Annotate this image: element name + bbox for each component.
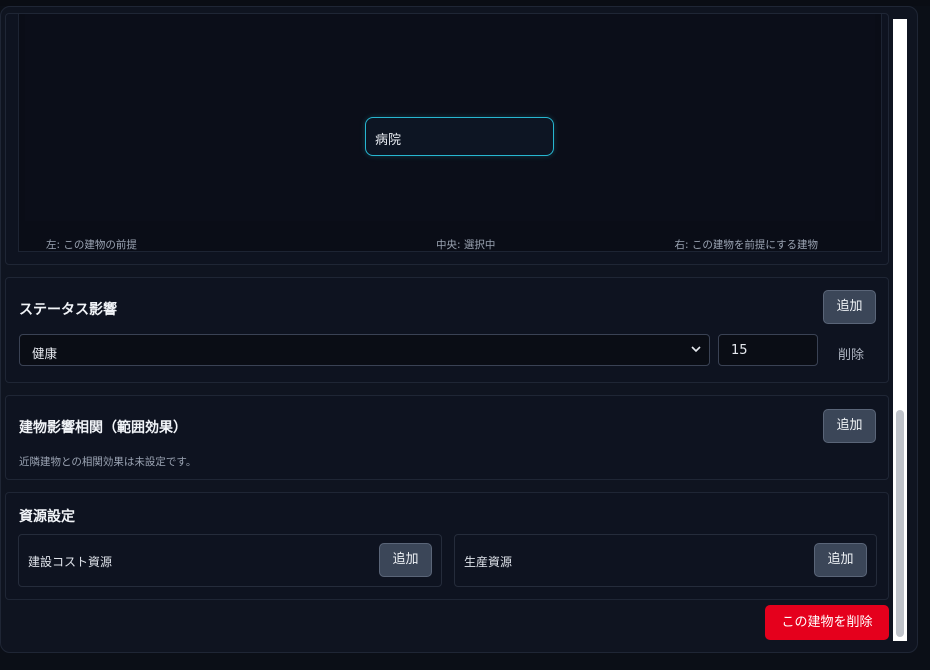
resource-settings-section: 資源設定 建設コスト資源 追加 生産資源 追加: [5, 492, 889, 600]
building-influence-section: 建物影響相関（範囲効果） 追加 近隣建物との相関効果は未設定です。: [5, 395, 889, 480]
legend-dependents: 右: この建物を前提にする建物: [674, 239, 818, 251]
building-editor-panel: 病院 左: この建物の前提 中央: 選択中 右: この建物を前提にする建物 ステ…: [0, 6, 918, 653]
legend-selected: 中央: 選択中: [436, 239, 496, 251]
dependency-graph-section: 病院 左: この建物の前提 中央: 選択中 右: この建物を前提にする建物: [5, 13, 889, 265]
add-influence-button[interactable]: 追加: [823, 409, 876, 443]
influence-empty-text: 近隣建物との相関効果は未設定です。: [19, 456, 197, 468]
building-influence-title: 建物影響相関（範囲効果）: [19, 420, 187, 436]
scrollbar-track[interactable]: [893, 19, 907, 641]
delete-status-effect-button[interactable]: 削除: [838, 344, 864, 363]
add-build-cost-resource-button[interactable]: 追加: [379, 543, 432, 577]
scrollbar-thumb[interactable]: [896, 410, 904, 637]
status-select-value: 健康: [32, 346, 58, 361]
production-resources-card: 生産資源 追加: [454, 534, 877, 587]
status-effects-section: ステータス影響 追加 健康 15 削除: [5, 277, 889, 383]
status-select[interactable]: 健康: [19, 334, 710, 366]
add-status-effect-button[interactable]: 追加: [823, 290, 876, 324]
chevron-down-icon: [691, 346, 701, 353]
legend-prerequisites: 左: この建物の前提: [46, 239, 137, 251]
build-cost-resources-card: 建設コスト資源 追加: [18, 534, 442, 587]
status-value-input[interactable]: 15: [718, 334, 818, 366]
add-production-resource-button[interactable]: 追加: [814, 543, 867, 577]
resource-settings-title: 資源設定: [19, 509, 75, 525]
selected-building-node[interactable]: 病院: [365, 117, 554, 156]
build-cost-label: 建設コスト資源: [28, 555, 113, 569]
dependency-graph: 病院 左: この建物の前提 中央: 選択中 右: この建物を前提にする建物: [18, 14, 882, 252]
production-label: 生産資源: [464, 555, 513, 569]
status-effects-title: ステータス影響: [19, 302, 117, 318]
delete-building-button[interactable]: この建物を削除: [765, 605, 889, 640]
